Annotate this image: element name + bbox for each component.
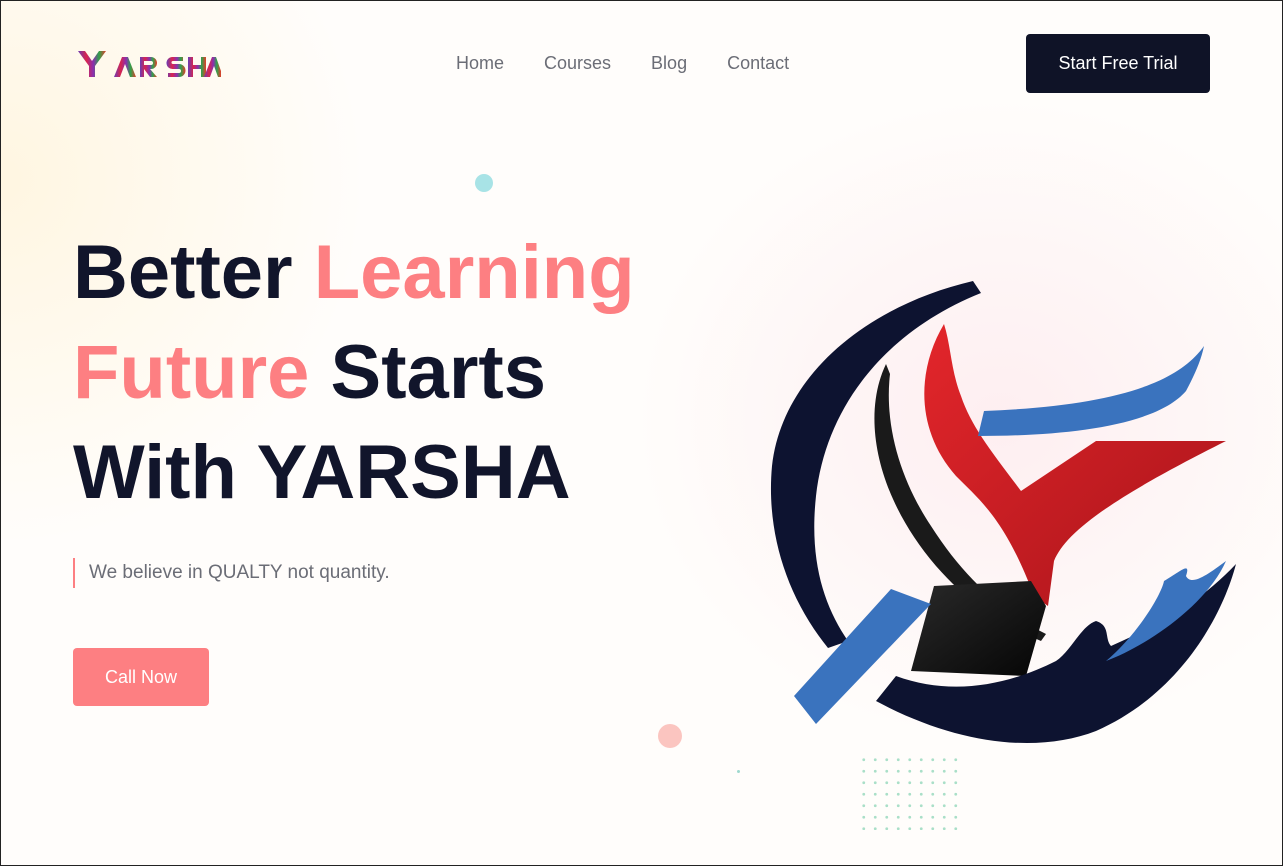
hero-title: Better Learning Future Starts With YARSHA (73, 223, 635, 523)
nav-courses-link[interactable]: Courses (544, 53, 611, 73)
hero-title-part: Better (73, 230, 314, 315)
hero-title-accent: Future (73, 330, 310, 415)
call-now-button[interactable]: Call Now (73, 648, 209, 706)
yarsha-emblem-icon (770, 281, 1236, 744)
decorative-dot-grid (858, 754, 962, 830)
top-navbar: Home Courses Blog Contact Start Free Tri… (1, 1, 1282, 125)
hero-emblem (766, 276, 1246, 751)
brand-logo[interactable] (76, 45, 221, 85)
decorative-dot (737, 770, 740, 773)
decorative-dot (658, 724, 682, 748)
hero-title-part: With YARSHA (73, 430, 571, 515)
main-menu: Home Courses Blog Contact (456, 53, 829, 73)
nav-blog-link[interactable]: Blog (651, 53, 687, 73)
hero-title-accent: Learning (313, 230, 635, 315)
nav-home-link[interactable]: Home (456, 53, 504, 73)
start-free-trial-button[interactable]: Start Free Trial (1026, 34, 1210, 93)
yarsha-logo-icon (78, 51, 221, 77)
hero-tagline: We believe in QUALTY not quantity. (73, 558, 390, 588)
decorative-dot (475, 174, 493, 192)
hero-title-part: Starts (309, 330, 546, 415)
nav-contact-link[interactable]: Contact (727, 53, 789, 73)
